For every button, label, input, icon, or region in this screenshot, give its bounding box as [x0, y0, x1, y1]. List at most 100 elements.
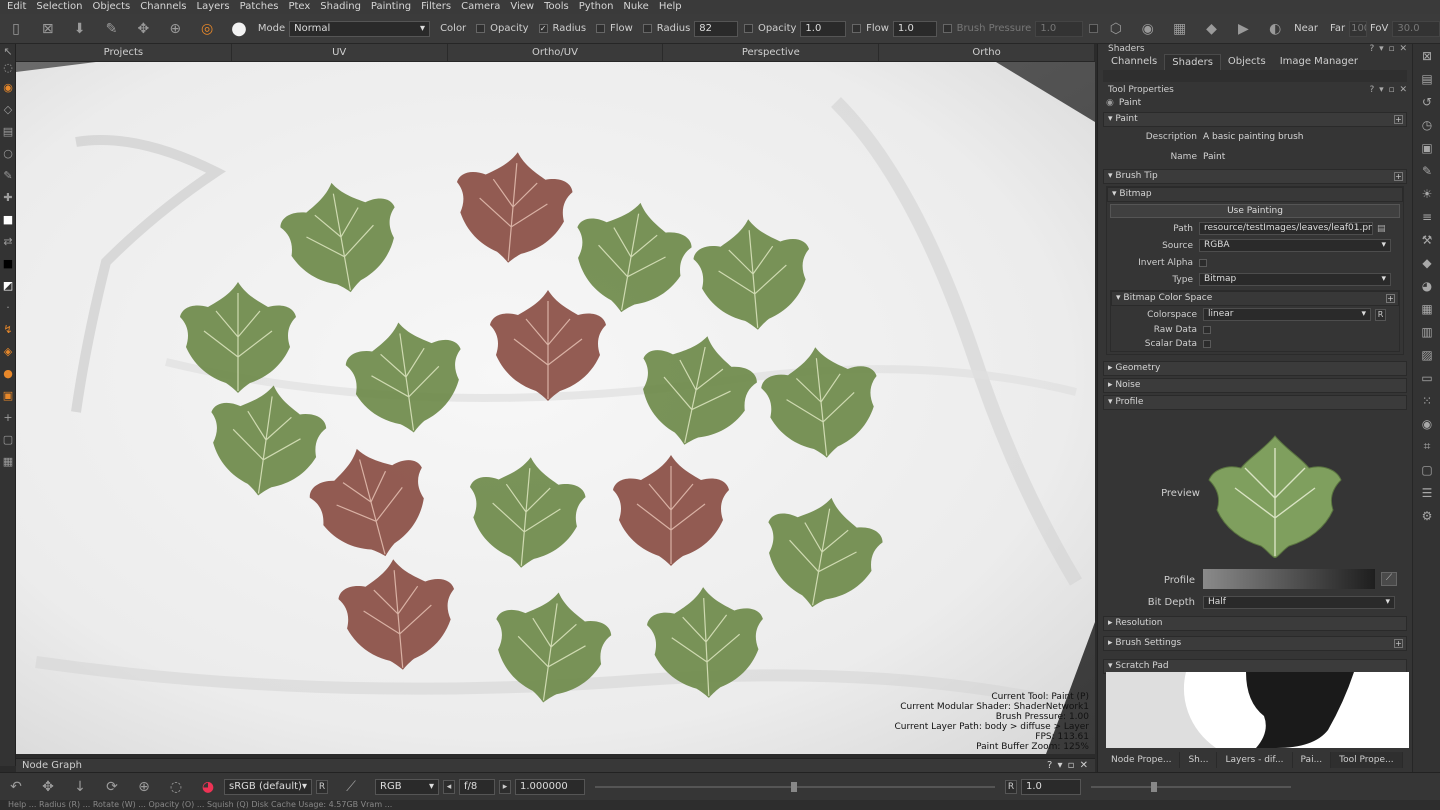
- flow-checkbox[interactable]: [596, 24, 605, 33]
- leaf-brush-icon[interactable]: ●: [230, 19, 248, 38]
- lens-icon[interactable]: ◐: [1266, 20, 1284, 38]
- tab-ortho[interactable]: Ortho: [879, 44, 1095, 61]
- brush-pressure-checkbox[interactable]: [942, 24, 952, 33]
- plus-icon[interactable]: +: [1386, 294, 1395, 303]
- profile-gradient[interactable]: [1203, 569, 1375, 589]
- gain-slider[interactable]: [595, 781, 995, 792]
- target-icon[interactable]: ◎: [198, 20, 216, 38]
- grid-icon[interactable]: ▦: [0, 450, 16, 472]
- dots-icon[interactable]: ⁙: [1413, 389, 1440, 412]
- stamp-tool-icon[interactable]: ✥: [134, 20, 152, 38]
- layers-tool-icon[interactable]: ▤: [0, 120, 16, 142]
- bitmap-section-header[interactable]: ▾ Bitmap: [1107, 187, 1403, 202]
- fill-icon[interactable]: ✚: [0, 186, 16, 208]
- menu-item-shading[interactable]: Shading: [315, 0, 366, 14]
- new-file-icon[interactable]: ▯: [7, 20, 25, 38]
- move-icon[interactable]: ✥: [39, 778, 57, 796]
- shaded-icon[interactable]: ◆: [1203, 20, 1221, 38]
- pen-icon[interactable]: ✎: [0, 164, 16, 186]
- raw-data-checkbox[interactable]: [1203, 326, 1211, 334]
- panel-controls[interactable]: ? ▾ ▫ ✕: [1047, 760, 1089, 771]
- lasso-icon[interactable]: ◌: [167, 778, 185, 796]
- pressure-toggle-checkbox[interactable]: [1089, 24, 1098, 33]
- undo-icon[interactable]: ↶: [7, 778, 25, 796]
- select-icon[interactable]: ◌: [0, 58, 16, 76]
- gamma-slider-knob[interactable]: [1151, 781, 1157, 792]
- tab-channels[interactable]: Channels: [1104, 54, 1164, 70]
- menu-item-python[interactable]: Python: [574, 0, 619, 14]
- profile-section-header[interactable]: ▾ Profile: [1103, 395, 1407, 410]
- bottom-tab[interactable]: Sh...: [1180, 752, 1218, 768]
- reset-colors-icon[interactable]: ◩: [0, 274, 16, 296]
- cube-icon[interactable]: ⬡: [1107, 20, 1125, 38]
- tools-icon[interactable]: ⚒: [1413, 228, 1440, 251]
- menu-item-channels[interactable]: Channels: [135, 0, 191, 14]
- menu-item-painting[interactable]: Painting: [366, 0, 416, 14]
- mode-select[interactable]: Normal ▾: [289, 20, 431, 37]
- lock-icon[interactable]: ⊕: [166, 20, 184, 38]
- flow-field[interactable]: 1.0: [892, 20, 937, 37]
- tab-shaders[interactable]: Shaders: [1164, 54, 1221, 70]
- brush-panel-icon[interactable]: ✎: [1413, 159, 1440, 182]
- plus-icon[interactable]: +: [1394, 639, 1403, 648]
- plus-icon[interactable]: +: [1394, 172, 1403, 181]
- fstop-left-arrow[interactable]: ◂: [443, 779, 455, 794]
- gain-slider-knob[interactable]: [791, 781, 797, 792]
- panel-controls[interactable]: ? ▾ ▫ ✕: [1369, 44, 1408, 54]
- tab-image-manager[interactable]: Image Manager: [1273, 54, 1365, 70]
- bottom-tab[interactable]: Node Prope...: [1103, 752, 1181, 768]
- menu-item-nuke[interactable]: Nuke: [618, 0, 653, 14]
- layers-panel-icon[interactable]: ▤: [1413, 67, 1440, 90]
- scale-icon[interactable]: ⊕: [135, 778, 153, 796]
- colorspace-select[interactable]: sRGB (default) ▾: [224, 778, 312, 795]
- sliders-icon[interactable]: ≡: [1413, 205, 1440, 228]
- monitor-icon[interactable]: ▢: [1413, 458, 1440, 481]
- curve-icon[interactable]: ⟋: [342, 778, 360, 796]
- snippet-icon[interactable]: ⌗: [1413, 435, 1440, 458]
- bit-depth-select[interactable]: Half ▾: [1203, 596, 1395, 609]
- panel-controls[interactable]: ? ▾ ▫ ✕: [1369, 85, 1408, 96]
- fov-field[interactable]: 30.0: [1392, 20, 1440, 37]
- eraser-icon[interactable]: ◇: [0, 98, 16, 120]
- channels-select[interactable]: RGB ▾: [375, 778, 439, 795]
- use-painting-button[interactable]: Use Painting: [1110, 204, 1400, 218]
- resolution-section-header[interactable]: ▸ Resolution: [1103, 616, 1407, 631]
- menu-item-selection[interactable]: Selection: [31, 0, 87, 14]
- cloth-model[interactable]: [16, 62, 1095, 754]
- menu-item-edit[interactable]: Edit: [2, 0, 31, 14]
- noise-section-header[interactable]: ▸ Noise: [1103, 378, 1407, 393]
- window-icon[interactable]: ▭: [1413, 366, 1440, 389]
- colorspace-reset-button[interactable]: R: [1375, 308, 1386, 321]
- menu-item-ptex[interactable]: Ptex: [283, 0, 315, 14]
- menu-item-tools[interactable]: Tools: [539, 0, 574, 14]
- rotate-icon[interactable]: ⟳: [103, 778, 121, 796]
- menu-item-help[interactable]: Help: [654, 0, 687, 14]
- menu-item-objects[interactable]: Objects: [87, 0, 135, 14]
- menu-item-filters[interactable]: Filters: [416, 0, 456, 14]
- bottom-tab[interactable]: Pai...: [1293, 752, 1332, 768]
- radius2-checkbox[interactable]: [642, 24, 652, 33]
- gamma-slider[interactable]: [1091, 781, 1291, 792]
- paint-section-header[interactable]: ▾ Paint +: [1103, 112, 1407, 127]
- menu-item-camera[interactable]: Camera: [456, 0, 505, 14]
- file-browse-icon[interactable]: ▤: [1377, 224, 1386, 234]
- opacity-field[interactable]: 1.0: [800, 20, 847, 37]
- dodge-icon[interactable]: ●: [0, 362, 16, 384]
- blur-icon[interactable]: ○: [0, 142, 16, 164]
- tab-objects[interactable]: Objects: [1221, 54, 1273, 70]
- settings-icon[interactable]: ⚙: [1413, 504, 1440, 527]
- fstop-field[interactable]: f/8: [459, 778, 495, 795]
- type-select[interactable]: Bitmap ▾: [1199, 273, 1391, 286]
- import-icon[interactable]: ⬇: [71, 20, 89, 38]
- menu-item-patches[interactable]: Patches: [235, 0, 284, 14]
- brush-pressure-field[interactable]: 1.0: [1035, 20, 1084, 37]
- viewport[interactable]: Current Tool: Paint (P) Current Modular …: [16, 62, 1095, 754]
- gamma-field[interactable]: 1.0: [1021, 778, 1081, 795]
- tab-uv[interactable]: UV: [232, 44, 448, 61]
- palette-icon[interactable]: ◕: [1413, 274, 1440, 297]
- burn-icon[interactable]: ▣: [0, 384, 16, 406]
- tab-perspective[interactable]: Perspective: [663, 44, 880, 61]
- geometry-section-header[interactable]: ▸ Geometry: [1103, 361, 1407, 376]
- colorspace-dropdown[interactable]: linear ▾: [1203, 308, 1371, 321]
- bitmap-color-space-header[interactable]: ▾ Bitmap Color Space +: [1111, 291, 1399, 306]
